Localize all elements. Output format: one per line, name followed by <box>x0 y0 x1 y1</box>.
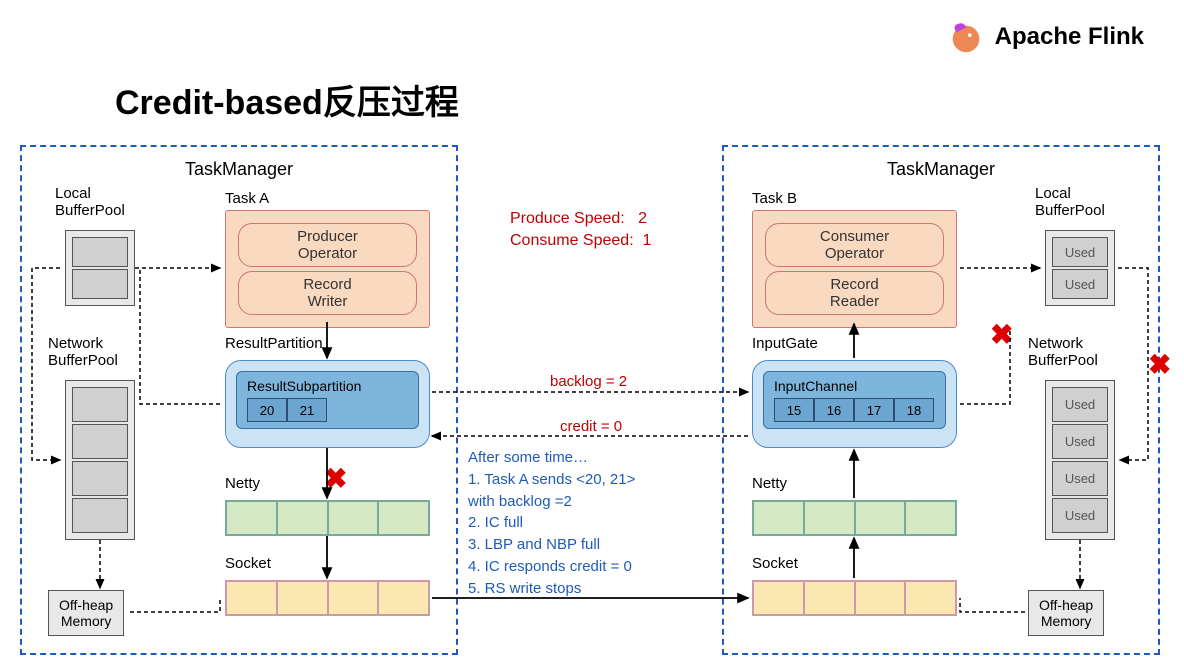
network-bp-label-left: Network BufferPool <box>48 335 118 369</box>
result-partition: ResultSubpartition 20 21 <box>225 360 430 448</box>
netty-right <box>752 500 957 536</box>
used-cell: Used <box>1052 387 1108 422</box>
producer-operator: Producer Operator <box>238 223 417 267</box>
used-cell: Used <box>1052 237 1108 267</box>
inputchannel-buffers: 15 16 17 18 <box>774 398 935 422</box>
input-channel: InputChannel 15 16 17 18 <box>763 371 946 429</box>
consume-speed: Consume Speed: 1 <box>510 232 651 250</box>
local-bp-label-right: Local BufferPool <box>1035 185 1105 219</box>
buf-cell: 18 <box>894 398 934 422</box>
subpartition-buffers: 20 21 <box>247 398 408 422</box>
buf-cell: 16 <box>814 398 854 422</box>
netty-label-left: Netty <box>225 475 260 492</box>
result-subpartition: ResultSubpartition 20 21 <box>236 371 419 429</box>
used-cell: Used <box>1052 269 1108 299</box>
credit-msg: credit = 0 <box>560 418 622 435</box>
notes: After some time… 1. Task A sends <20, 21… <box>468 447 635 599</box>
local-bp-left <box>65 230 135 306</box>
x-icon: ✖ <box>1148 348 1171 381</box>
brand-name: Apache Flink <box>995 23 1144 51</box>
task-a-label: Task A <box>225 190 269 207</box>
produce-speed: Produce Speed: 2 <box>510 210 647 228</box>
local-bp-right: Used Used <box>1045 230 1115 306</box>
result-partition-label: ResultPartition <box>225 335 323 352</box>
offheap-left: Off-heap Memory <box>48 590 124 636</box>
offheap-right: Off-heap Memory <box>1028 590 1104 636</box>
buf-cell: 21 <box>287 398 327 422</box>
brand-logo: Apache Flink <box>947 18 1144 56</box>
x-icon: ✖ <box>324 462 347 495</box>
used-cell: Used <box>1052 424 1108 459</box>
page-title: Credit-based反压过程 <box>115 75 459 124</box>
task-a-box: Producer Operator Record Writer <box>225 210 430 328</box>
used-cell: Used <box>1052 498 1108 533</box>
x-icon: ✖ <box>990 318 1013 351</box>
socket-label-right: Socket <box>752 555 798 572</box>
socket-left <box>225 580 430 616</box>
input-gate: InputChannel 15 16 17 18 <box>752 360 957 448</box>
buf-cell: 15 <box>774 398 814 422</box>
netty-label-right: Netty <box>752 475 787 492</box>
network-bp-right: Used Used Used Used <box>1045 380 1115 540</box>
socket-right <box>752 580 957 616</box>
consumer-operator: Consumer Operator <box>765 223 944 267</box>
backlog-msg: backlog = 2 <box>550 373 627 390</box>
buf-cell: 20 <box>247 398 287 422</box>
tm-right-label: TaskManager <box>887 159 995 180</box>
network-bp-label-right: Network BufferPool <box>1028 335 1098 369</box>
task-b-label: Task B <box>752 190 797 207</box>
network-bp-left <box>65 380 135 540</box>
task-b-box: Consumer Operator Record Reader <box>752 210 957 328</box>
local-bp-label-left: Local BufferPool <box>55 185 125 219</box>
input-channel-label: InputChannel <box>774 378 935 394</box>
buf-cell: 17 <box>854 398 894 422</box>
record-reader: Record Reader <box>765 271 944 315</box>
tm-left-label: TaskManager <box>185 159 293 180</box>
netty-left <box>225 500 430 536</box>
input-gate-label: InputGate <box>752 335 818 352</box>
flink-logo-icon <box>947 18 985 56</box>
socket-label-left: Socket <box>225 555 271 572</box>
record-writer: Record Writer <box>238 271 417 315</box>
used-cell: Used <box>1052 461 1108 496</box>
subpartition-label: ResultSubpartition <box>247 378 408 394</box>
